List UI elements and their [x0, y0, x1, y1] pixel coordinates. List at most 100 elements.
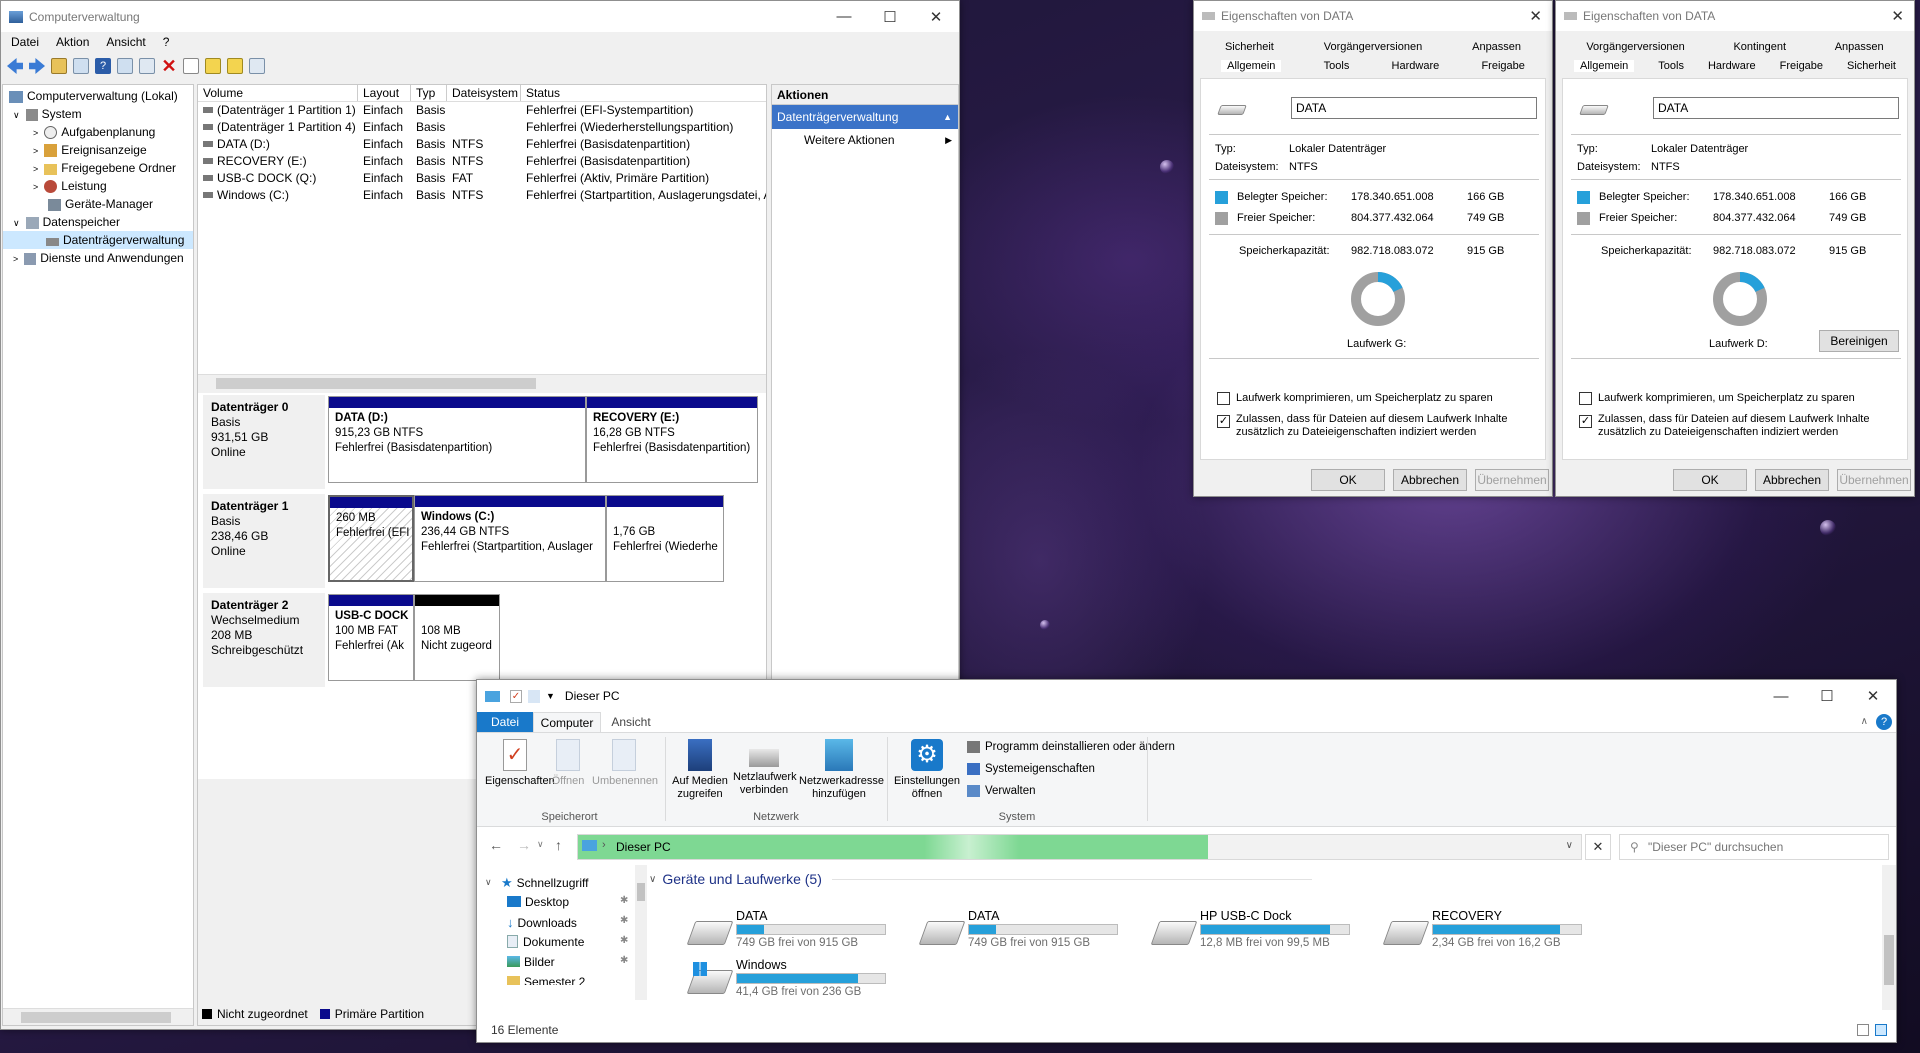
partition-windows-c[interactable]: Windows (C:) 236,44 GB NTFS Fehlerfrei (St…: [414, 495, 606, 582]
search-icon[interactable]: [227, 58, 243, 74]
tree-item-leistung[interactable]: > Leistung: [3, 177, 193, 195]
address-bar[interactable]: › Dieser PC ∨: [577, 834, 1582, 860]
up-folder-icon[interactable]: [51, 58, 67, 74]
tab-vorgaengerversionen[interactable]: Vorgängerversionen: [1324, 41, 1422, 53]
search-input[interactable]: [1648, 838, 1878, 856]
view-icon[interactable]: [117, 58, 133, 74]
eigenschaften-button[interactable]: ✓ Eigenschaften: [485, 739, 555, 788]
tab-freigabe[interactable]: Freigabe: [1481, 60, 1524, 72]
tab-ansicht[interactable]: Ansicht: [601, 712, 661, 732]
menu-help[interactable]: ?: [163, 35, 170, 49]
close-button[interactable]: ✕: [1891, 7, 1904, 25]
partition-recovery-e[interactable]: RECOVERY (E:) 16,28 GB NTFS Fehlerfrei (Ba…: [586, 396, 758, 483]
expand-quick-access-icon[interactable]: ∨: [485, 877, 492, 888]
properties-quick-icon[interactable]: ✓: [510, 689, 522, 703]
tab-hardware[interactable]: Hardware: [1708, 60, 1756, 72]
tab-tools[interactable]: Tools: [1324, 60, 1350, 72]
minimize-button[interactable]: —: [821, 1, 867, 32]
more-actions[interactable]: Weitere Aktionen ▶: [772, 129, 958, 151]
ok-button[interactable]: OK: [1311, 469, 1385, 491]
nav-schnellzugriff[interactable]: ★ Schnellzugriff: [501, 873, 588, 892]
address-dropdown-icon[interactable]: ∨: [1566, 840, 1573, 851]
nav-bilder[interactable]: Bilder: [507, 953, 555, 972]
tab-computer[interactable]: Computer: [533, 712, 601, 732]
forward-button[interactable]: →: [517, 837, 531, 853]
menu-aktion[interactable]: Aktion: [56, 35, 89, 49]
delete-icon[interactable]: ✕: [161, 57, 177, 75]
breadcrumb-dieser-pc[interactable]: Dieser PC: [616, 840, 671, 854]
tree-item-root[interactable]: Computerverwaltung (Lokal): [3, 87, 193, 105]
index-checkbox[interactable]: ✓: [1579, 415, 1592, 428]
maximize-button[interactable]: ☐: [867, 1, 913, 32]
volume-row[interactable]: (Datenträger 1 Partition 4) Einfach Basis F…: [198, 119, 766, 136]
minimize-button[interactable]: —: [1758, 680, 1804, 712]
back-icon[interactable]: [7, 58, 23, 74]
show-tree-icon[interactable]: [73, 58, 89, 74]
cleanup-button[interactable]: Bereinigen: [1819, 330, 1899, 352]
close-button[interactable]: ✕: [1850, 680, 1896, 712]
drive-name-field[interactable]: DATA: [1291, 97, 1537, 119]
partition-recovery-4[interactable]: 1,76 GB Fehlerfrei (Wiederhe: [606, 495, 724, 582]
drive-name-field[interactable]: DATA: [1653, 97, 1899, 119]
programm-deinstallieren-button[interactable]: Programm deinstallieren oder ändern: [967, 741, 1175, 753]
recent-locations-icon[interactable]: ∨: [537, 839, 544, 850]
quick-access-dropdown-icon[interactable]: ▼: [546, 691, 555, 701]
ribbon-collapse-icon[interactable]: ∧: [1861, 712, 1868, 732]
details-view-icon[interactable]: [1857, 1024, 1869, 1036]
column-typ[interactable]: Typ: [411, 85, 447, 101]
verwalten-button[interactable]: Verwalten: [967, 785, 1036, 797]
connect-icon[interactable]: [139, 58, 155, 74]
stop-button[interactable]: ✕: [1585, 834, 1611, 860]
drive-tile[interactable]: Windows 41,4 GB frei von 236 GB: [686, 958, 911, 1002]
nav-semester-2[interactable]: Semester 2: [507, 973, 585, 985]
volume-row[interactable]: Windows (C:) Einfach Basis NTFS Fehlerfrei (…: [198, 187, 766, 204]
drive-tile[interactable]: HP USB-C Dock 12,8 MB frei von 99,5 MB: [1150, 909, 1375, 953]
tree-item-geraete-manager[interactable]: Geräte-Manager: [3, 195, 193, 213]
einstellungen-oeffnen-button[interactable]: ⚙ Einstellungen öffnen: [891, 739, 963, 801]
netzwerkadresse-hinzufuegen-button[interactable]: Netzwerkadresse hinzufügen: [799, 739, 884, 801]
column-volume[interactable]: Volume: [198, 85, 358, 101]
menu-datei[interactable]: Datei: [11, 35, 39, 49]
tab-sicherheit[interactable]: Sicherheit: [1847, 60, 1896, 72]
netzlaufwerk-verbinden-button[interactable]: Netzlaufwerk verbinden: [733, 739, 797, 797]
partition-data-d[interactable]: DATA (D:) 915,23 GB NTFS Fehlerfrei (Basis…: [328, 396, 586, 483]
systemeigenschaften-button[interactable]: Systemeigenschaften: [967, 763, 1095, 775]
more-icon[interactable]: [249, 58, 265, 74]
nav-scrollbar[interactable]: [635, 865, 647, 1000]
column-status[interactable]: Status: [521, 85, 766, 101]
cancel-button[interactable]: Abbrechen: [1393, 469, 1467, 491]
umbenennen-button[interactable]: Umbenennen: [592, 739, 658, 788]
new-folder-quick-icon[interactable]: [528, 689, 540, 703]
content-scrollbar[interactable]: [1882, 865, 1896, 1010]
tab-anpassen[interactable]: Anpassen: [1472, 41, 1521, 53]
compress-checkbox[interactable]: [1579, 392, 1592, 405]
volume-row[interactable]: DATA (D:) Einfach Basis NTFS Fehlerfrei (Bas…: [198, 136, 766, 153]
tree-item-freigegebene-ordner[interactable]: > Freigegebene Ordner: [3, 159, 193, 177]
tree-item-datenspeicher[interactable]: ∨ Datenspeicher: [3, 213, 193, 231]
properties-icon[interactable]: [183, 58, 199, 74]
column-dateisystem[interactable]: Dateisystem: [447, 85, 521, 101]
ok-button[interactable]: OK: [1673, 469, 1747, 491]
tree-item-datentraegerverwaltung[interactable]: Datenträgerverwaltung: [3, 231, 193, 249]
actions-section[interactable]: Datenträgerverwaltung ▲: [772, 105, 958, 129]
tab-hardware[interactable]: Hardware: [1392, 60, 1440, 72]
volume-row[interactable]: RECOVERY (E:) Einfach Basis NTFS Fehlerfrei …: [198, 153, 766, 170]
column-layout[interactable]: Layout: [358, 85, 411, 101]
partition-efi[interactable]: 260 MB Fehlerfrei (EFI: [328, 495, 414, 582]
apply-button[interactable]: Übernehmen: [1475, 469, 1549, 491]
tab-datei[interactable]: Datei: [477, 712, 533, 732]
volume-list-hscrollbar[interactable]: [198, 374, 766, 391]
tab-allgemein[interactable]: Allgemein: [1221, 60, 1282, 72]
auf-medien-zugreifen-button[interactable]: Auf Medien zugreifen: [669, 739, 731, 801]
maximize-button[interactable]: ☐: [1804, 680, 1850, 712]
disk-0-label[interactable]: Datenträger 0 Basis 931,51 GB Online: [203, 395, 325, 489]
tab-allgemein[interactable]: Allgemein: [1573, 60, 1635, 72]
search-box[interactable]: ⚲: [1619, 834, 1889, 860]
drive-tile[interactable]: DATA 749 GB frei von 915 GB: [918, 909, 1143, 953]
tab-sicherheit[interactable]: Sicherheit: [1225, 41, 1274, 53]
forward-icon[interactable]: [29, 58, 45, 74]
index-checkbox[interactable]: ✓: [1217, 415, 1230, 428]
drive-tile[interactable]: RECOVERY 2,34 GB frei von 16,2 GB: [1382, 909, 1607, 953]
pin-icon[interactable]: ✱: [620, 915, 628, 926]
close-button[interactable]: ✕: [1529, 7, 1542, 25]
